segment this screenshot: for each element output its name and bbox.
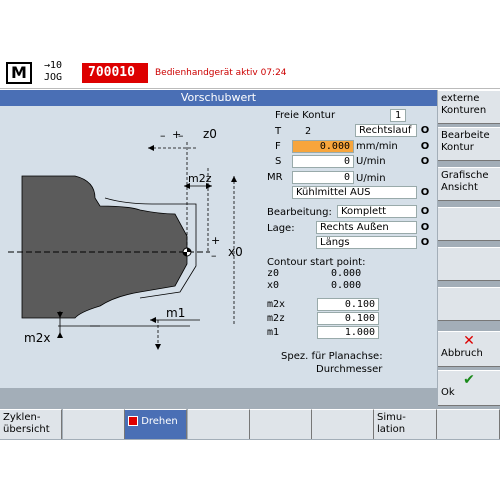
toggle-icon[interactable]: O [419,141,431,153]
ok-button[interactable]: ✔ Ok [438,370,500,406]
mr-label: MR [267,172,283,183]
toggle-icon[interactable]: O [419,237,431,249]
lage-select[interactable]: Rechts Außen [316,221,417,234]
x0-start-value: 0.000 [331,280,362,291]
empty-softkey[interactable] [312,409,374,439]
program-number: 700010 [82,63,148,83]
cancel-button[interactable]: ✕ Abbruch [438,331,500,367]
graphic-view-button[interactable]: Grafische Ansicht [438,167,500,201]
bearbeitung-select[interactable]: Komplett [337,205,417,218]
feed-unit: mm/min [356,141,398,152]
check-icon: ✔ [463,372,475,388]
dialog-title: Vorschubwert [0,90,437,106]
horizontal-softkey-strip [0,388,437,408]
m2x-field[interactable]: 0.100 [317,298,379,311]
x0-start-label: x0 [267,280,280,291]
alarm-message: Bedienhandgerät aktiv 07:24 [155,68,287,78]
mr-field[interactable]: 0 [292,171,354,184]
simulation-button[interactable]: Simu-lation [374,409,437,439]
x0-label: x0 [228,245,243,259]
coolant-select[interactable]: Kühlmittel AUS [292,186,417,199]
cycle-overview-button[interactable]: Zyklen-übersicht [0,409,62,439]
cancel-icon: ✕ [463,333,475,349]
richtung-select[interactable]: Längs [316,236,417,249]
z0-start-label: z0 [267,268,280,279]
contour-help-graphic: + – – z0 m2z + – x0 m1 m2x [0,106,262,388]
empty-softkey[interactable] [250,409,312,439]
edit-contour-button[interactable]: Bearbeite Kontur [438,127,500,161]
toggle-icon[interactable]: O [419,187,431,199]
freie-kontur-field[interactable]: 1 [390,109,406,122]
toggle-icon[interactable]: O [419,156,431,168]
empty-softkey[interactable] [437,409,500,439]
empty-softkey[interactable] [438,247,500,281]
m1-field[interactable]: 1.000 [317,326,379,339]
external-contours-button[interactable]: externe Konturen [438,90,500,124]
bearbeitung-label: Bearbeitung: [267,207,332,218]
machine-mode-icon: M [6,62,32,84]
spez-value[interactable]: Durchmesser [316,364,382,375]
feed-field[interactable]: 0.000 [292,140,354,153]
z0-label: z0 [203,127,217,141]
svg-text:–: – [178,129,184,142]
m2z-param-label: m2z [267,313,286,324]
m2z-field[interactable]: 0.100 [317,312,379,325]
empty-softkey[interactable] [438,207,500,241]
empty-softkey[interactable] [188,409,250,439]
spindle-direction-select[interactable]: Rechtslauf [355,124,417,137]
svg-text:–: – [211,249,217,262]
svg-text:+: + [211,234,220,247]
empty-softkey[interactable] [63,409,125,439]
toggle-icon[interactable]: O [419,206,431,218]
help-diagram: + – – z0 m2z + – x0 m1 m2x [8,127,243,350]
lage-label: Lage: [267,223,295,234]
m1-label: m1 [166,306,185,320]
turning-icon [128,416,138,426]
workpiece-shape [21,175,188,319]
contour-start-heading: Contour start point: [267,257,366,268]
t-label: T [275,126,282,137]
mode-name: JOG [44,72,63,83]
freie-kontur-label: Freie Kontur [275,110,336,121]
t-value[interactable]: 2 [305,126,311,137]
speed-field[interactable]: 0 [292,155,354,168]
speed-unit: U/min [356,156,386,167]
mode-indicator: →10 JOG [44,60,62,84]
empty-softkey[interactable] [438,287,500,321]
toggle-icon[interactable]: O [419,125,431,137]
z0-start-value: 0.000 [331,268,362,279]
s-label: S [275,156,282,167]
m2x-label: m2x [24,331,50,345]
mode-increment: →10 [44,60,63,71]
m1-param-label: m1 [267,327,280,338]
spez-label: Spez. für Planachse: [281,351,383,362]
m2x-param-label: m2x [267,299,286,310]
turning-button[interactable]: Drehen [125,409,187,439]
toggle-icon[interactable]: O [419,222,431,234]
f-label: F [275,141,281,152]
mr-unit: U/min [356,173,386,184]
svg-text:–: – [160,129,166,142]
